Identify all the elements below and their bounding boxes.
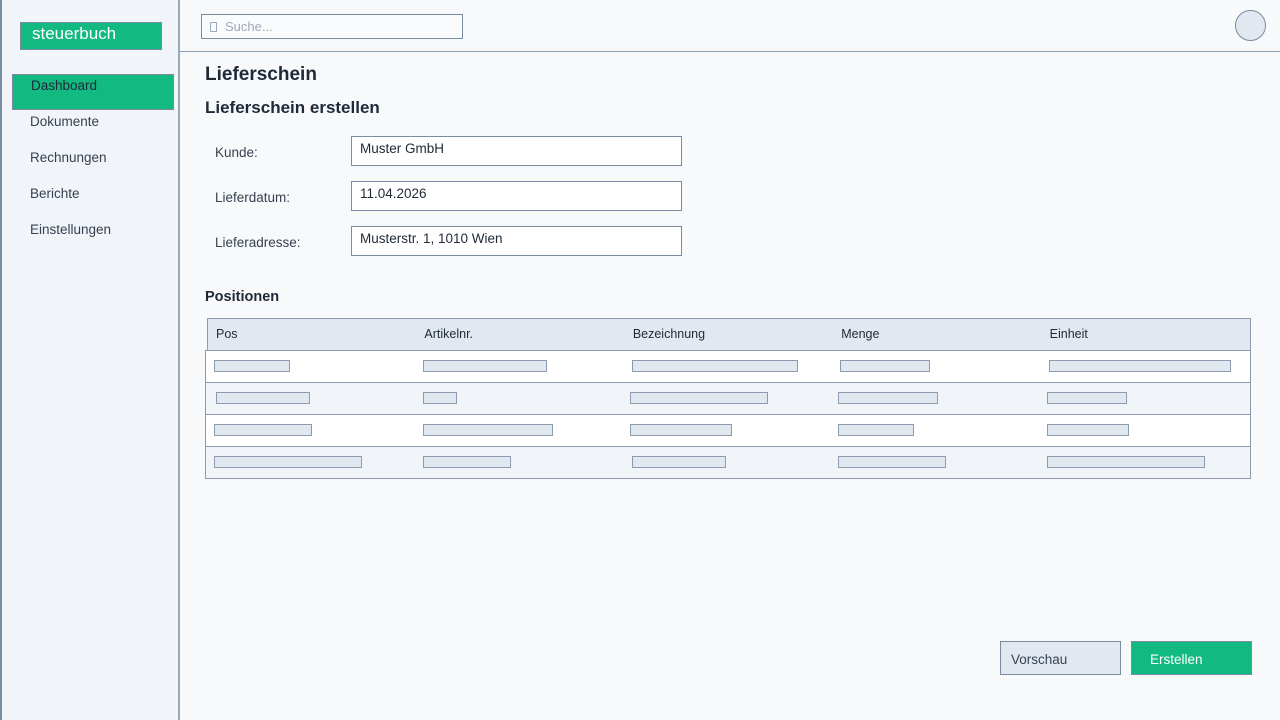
form-row-date: Lieferdatum: [215, 181, 685, 219]
column-header-article-number[interactable]: Artikelnr. [416, 319, 624, 350]
placeholder-bar [422, 392, 457, 404]
placeholder-bar [629, 392, 768, 404]
placeholder-bar [422, 360, 547, 372]
preview-button[interactable]: Vorschau [1000, 641, 1121, 675]
address-label: Lieferadresse: [215, 235, 301, 250]
placeholder-bar [838, 392, 939, 404]
table-row[interactable] [205, 414, 1251, 447]
placeholder-bar [631, 456, 726, 468]
sidebar-item-label: Dashboard [31, 78, 98, 93]
table-cell [206, 447, 415, 478]
table-row[interactable] [205, 446, 1251, 479]
column-header-pos[interactable]: Pos [208, 319, 416, 350]
topbar [180, 0, 1280, 52]
sidebar-item-label: Berichte [30, 186, 80, 201]
placeholder-bar [1047, 424, 1130, 436]
search-input[interactable] [225, 19, 445, 34]
table-cell [832, 383, 1041, 414]
delivery-address-field[interactable] [351, 226, 682, 256]
table-cell [624, 351, 833, 382]
placeholder-bar [214, 360, 290, 372]
delivery-date-field[interactable] [351, 181, 682, 211]
positions-title: Positionen [205, 289, 280, 305]
table-cell [206, 415, 415, 446]
table-cell [415, 415, 624, 446]
placeholder-bar [422, 456, 511, 468]
table-cell [415, 383, 624, 414]
table-cell [832, 415, 1041, 446]
form-row-customer: Kunde: [215, 136, 685, 174]
table-cell [832, 351, 1041, 382]
app-logo[interactable]: steuerbuch [20, 22, 162, 50]
table-cell [415, 447, 624, 478]
table-cell [832, 447, 1041, 478]
column-header-description[interactable]: Bezeichnung [625, 319, 833, 350]
sidebar-item-rechnungen[interactable]: Rechnungen [2, 146, 178, 182]
app-root: steuerbuch Dashboard Dokumente Rechnunge… [0, 0, 1280, 720]
sidebar-item-einstellungen[interactable]: Einstellungen [2, 218, 178, 254]
sidebar-nav: Dashboard Dokumente Rechnungen Berichte … [2, 74, 178, 254]
sidebar-item-label: Einstellungen [30, 222, 112, 237]
placeholder-bar [422, 424, 553, 436]
placeholder-bar [631, 360, 798, 372]
placeholder-bar [214, 456, 362, 468]
section-title: Lieferschein erstellen [205, 98, 380, 117]
customer-label: Kunde: [215, 145, 258, 160]
table-cell [624, 447, 833, 478]
placeholder-bar [840, 360, 931, 372]
avatar[interactable] [1235, 10, 1266, 41]
table-cell [206, 351, 415, 382]
search-icon [210, 21, 217, 32]
table-cell [624, 383, 833, 414]
placeholder-bar [216, 392, 310, 404]
table-cell [1041, 447, 1250, 478]
positions-table: Pos Artikelnr. Bezeichnung Menge Einheit [205, 318, 1251, 479]
sidebar-item-dokumente[interactable]: Dokumente [2, 110, 178, 146]
table-cell [415, 351, 624, 382]
placeholder-bar [838, 424, 915, 436]
column-header-quantity[interactable]: Menge [833, 319, 1041, 350]
table-cell [1041, 383, 1250, 414]
sidebar-item-berichte[interactable]: Berichte [2, 182, 178, 218]
placeholder-bar [1047, 392, 1128, 404]
date-label: Lieferdatum: [215, 190, 291, 205]
column-header-unit[interactable]: Einheit [1042, 319, 1250, 350]
table-cell [624, 415, 833, 446]
placeholder-bar [1049, 360, 1232, 372]
placeholder-bar [214, 424, 312, 436]
table-cell [1041, 351, 1250, 382]
table-cell [206, 383, 415, 414]
page-title: Lieferschein [205, 64, 317, 85]
sidebar-item-dashboard[interactable]: Dashboard [12, 74, 174, 110]
table-row[interactable] [205, 350, 1251, 383]
placeholder-bar [838, 456, 947, 468]
search-box[interactable] [201, 14, 463, 39]
placeholder-bar [629, 424, 732, 436]
sidebar: steuerbuch Dashboard Dokumente Rechnunge… [0, 0, 180, 720]
table-header: Pos Artikelnr. Bezeichnung Menge Einheit [207, 318, 1251, 351]
table-row[interactable] [205, 382, 1251, 415]
table-cell [1041, 415, 1250, 446]
customer-field[interactable] [351, 136, 682, 166]
sidebar-item-label: Dokumente [30, 114, 100, 129]
create-button[interactable]: Erstellen [1131, 641, 1252, 675]
placeholder-bar [1047, 456, 1206, 468]
sidebar-item-label: Rechnungen [30, 150, 107, 165]
form-row-address: Lieferadresse: [215, 226, 685, 264]
